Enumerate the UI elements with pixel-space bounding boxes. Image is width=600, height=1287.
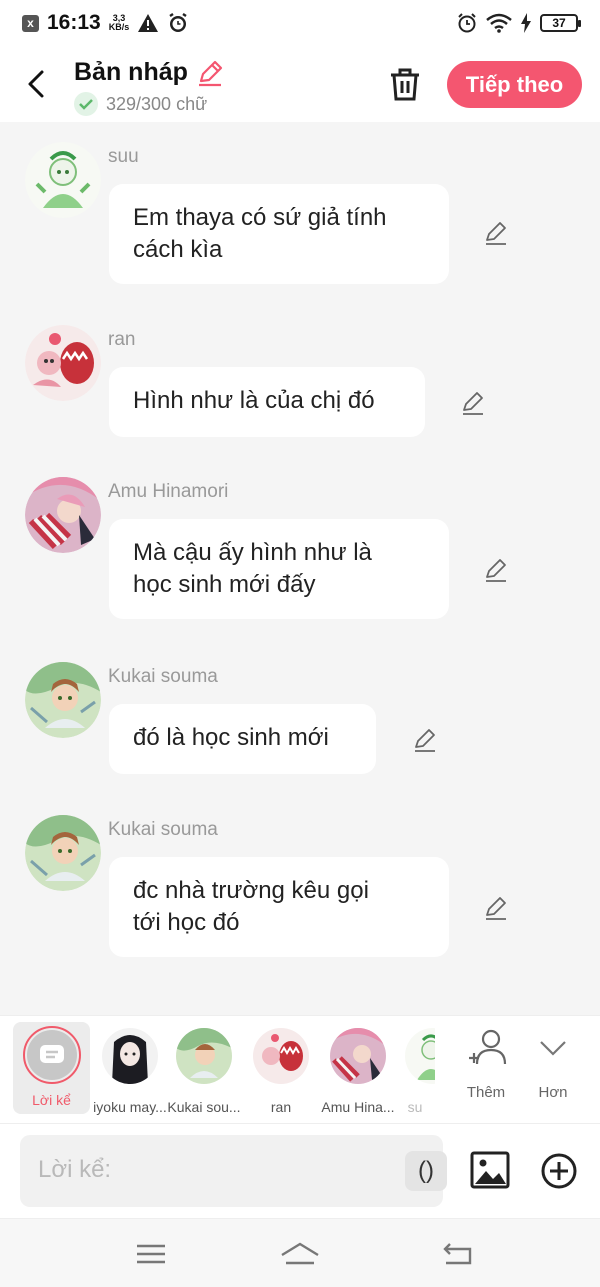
charging-icon [521, 13, 531, 33]
message-bubble[interactable]: Hình như là của chị đó [109, 367, 425, 437]
add-circle-icon[interactable] [540, 1152, 578, 1190]
composer-box: () [20, 1135, 447, 1207]
character-avatar [405, 1028, 435, 1084]
trash-icon[interactable] [388, 66, 422, 102]
status-time: 16:13 [47, 11, 101, 34]
character-item[interactable]: Amu Hina... [320, 1024, 396, 1115]
system-nav-bar [0, 1218, 600, 1287]
home-icon[interactable] [280, 1239, 320, 1269]
menu-icon[interactable] [133, 1239, 169, 1269]
character-avatar [253, 1028, 309, 1084]
parentheses-button[interactable]: () [405, 1151, 447, 1191]
sender-name: suu [108, 146, 139, 167]
page-title: Bản nháp [74, 58, 188, 86]
check-icon [74, 92, 98, 116]
status-bar: x 16:13 3,3 KB/s 37 [0, 0, 600, 46]
image-icon[interactable] [470, 1151, 510, 1189]
character-avatar [176, 1028, 232, 1084]
chevron-down-icon [540, 1041, 566, 1056]
sender-name: Kukai souma [108, 819, 218, 840]
pencil-icon[interactable] [483, 220, 509, 246]
sender-name: Kukai souma [108, 666, 218, 687]
message-bubble[interactable]: Em thaya có sứ giả tính cách kìa [109, 184, 449, 284]
composer: () [0, 1123, 600, 1218]
more-button[interactable]: Hơn [523, 1028, 583, 1101]
pencil-icon[interactable] [460, 390, 486, 416]
avatar-kukai-souma[interactable] [25, 815, 101, 891]
pencil-icon[interactable] [483, 895, 509, 921]
avatar-amu-hinamori[interactable] [25, 477, 101, 553]
sender-name: Amu Hinamori [108, 481, 229, 502]
message-bubble[interactable]: đc nhà trường kêu gọi tới học đó [109, 857, 449, 957]
add-person-icon [469, 1029, 507, 1065]
narration-input[interactable] [38, 1151, 368, 1189]
back-arrow-icon[interactable] [22, 66, 52, 102]
next-button[interactable]: Tiếp theo [447, 61, 582, 108]
character-item[interactable]: ran [243, 1024, 319, 1115]
avatar-suu[interactable] [25, 142, 101, 218]
character-item[interactable]: su [395, 1024, 435, 1115]
wifi-icon [486, 13, 512, 33]
avatar-ran[interactable] [25, 325, 101, 401]
narrator-tab[interactable]: Lời kể [13, 1022, 90, 1114]
character-avatar [102, 1028, 158, 1084]
back-nav-icon[interactable] [440, 1239, 476, 1269]
pencil-icon[interactable] [483, 557, 509, 583]
battery-indicator: 37 [540, 14, 581, 32]
top-header: Bản nháp 329/300 chữ Tiếp theo [0, 46, 600, 122]
alarm-clock-icon [169, 13, 187, 32]
notification-icon: x [22, 14, 39, 32]
character-bar: Lời kể iyoku may... Kukai sou... ran Amu… [0, 1015, 600, 1123]
character-avatar [330, 1028, 386, 1084]
warning-icon [138, 14, 159, 32]
word-count: 329/300 chữ [106, 93, 208, 114]
network-speed: 3,3 KB/s [108, 13, 130, 32]
message-bubble[interactable]: đó là học sinh mới [109, 704, 376, 774]
pencil-icon[interactable] [412, 727, 438, 753]
avatar-kukai-souma[interactable] [25, 662, 101, 738]
message-list: suu Em thaya có sứ giả tính cách kìa ran… [0, 122, 600, 1015]
edit-title-pencil-icon[interactable] [196, 59, 224, 87]
character-item[interactable]: iyoku may... [92, 1024, 168, 1115]
character-item[interactable]: Kukai sou... [166, 1024, 242, 1115]
add-character-button[interactable]: Thêm [456, 1028, 516, 1101]
message-bubble[interactable]: Mà cậu ấy hình như là học sinh mới đấy [109, 519, 449, 619]
narrator-icon [26, 1030, 77, 1080]
sender-name: ran [108, 329, 136, 350]
alarm-icon [458, 13, 476, 33]
